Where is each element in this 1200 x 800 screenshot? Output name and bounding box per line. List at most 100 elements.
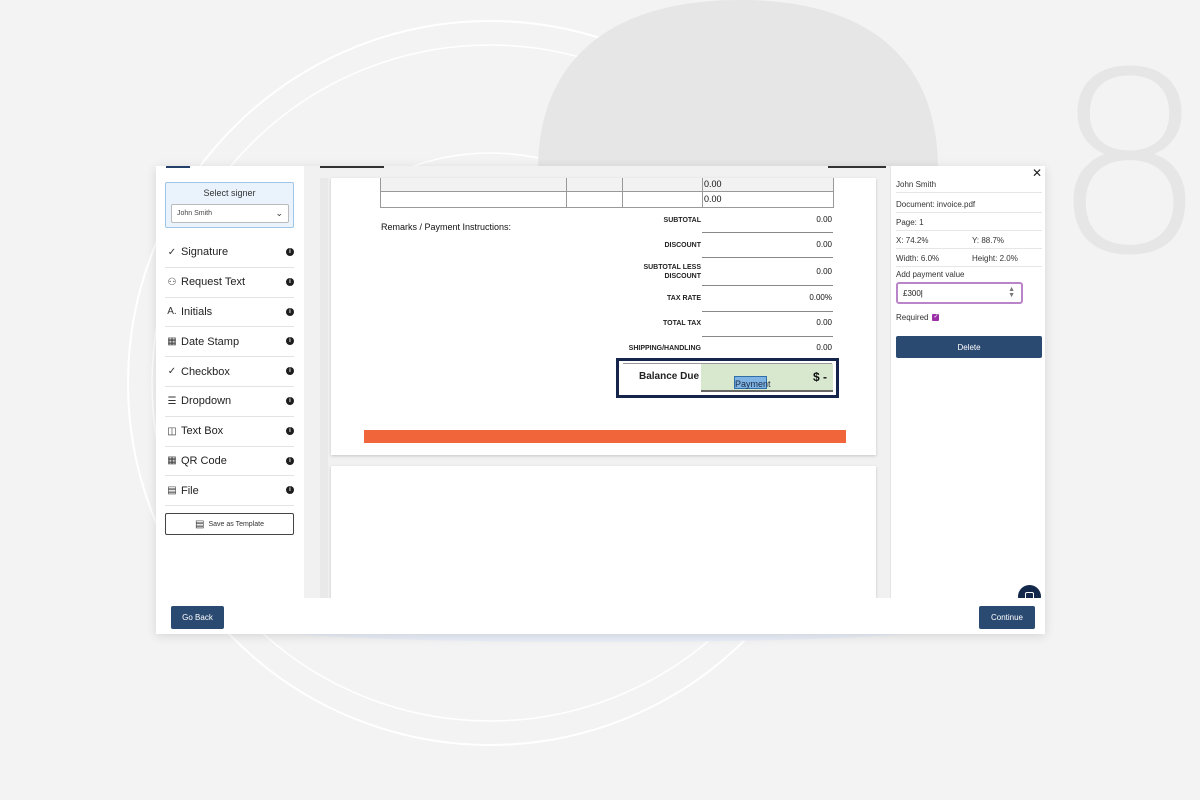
tax-rate-value: 0.00% [809,293,832,302]
tool-qr-code[interactable]: ▦ QR Code i [165,447,294,477]
panel-page: Page: 1 [896,214,1042,231]
tool-text-box[interactable]: ◫ Text Box i [165,417,294,447]
signature-icon: ✓ [167,246,177,258]
required-label: Required [896,313,929,322]
delete-button[interactable]: Delete [896,336,1042,358]
tool-request-text[interactable]: ⚇ Request Text i [165,268,294,298]
shipping-label: SHIPPING/HANDLING [628,345,701,352]
save-as-template-button[interactable]: ▤ Save as Template [165,513,294,535]
info-icon[interactable]: i [286,456,294,465]
info-icon[interactable]: i [286,396,294,405]
table-divider [566,178,567,207]
add-payment-label: Add payment value [896,270,965,279]
divider [702,336,833,337]
invoice-footer-bar [364,430,846,443]
field-properties-panel: ✕ John Smith Document: invoice.pdf Page:… [890,166,1045,608]
text-box-icon: ◫ [167,425,177,437]
template-icon: ▤ [195,518,205,530]
remarks-heading: Remarks / Payment Instructions: [381,222,512,232]
continue-button[interactable]: Continue [979,606,1035,629]
signing-app-window: Select signer John Smith ⌄ ✓ Signature i… [156,166,1045,634]
request-text-icon: ⚇ [167,276,177,288]
qr-code-icon: ▦ [167,455,177,467]
divider [702,232,833,233]
subtotal-value: 0.00 [816,215,832,224]
balance-due-value: $ - [812,370,827,384]
info-icon[interactable]: i [286,426,294,435]
panel-height: Height: 2.0% [972,254,1018,263]
checkbox-checked-icon[interactable]: ✓ [932,314,940,321]
panel-y: Y: 88.7% [972,236,1005,245]
divider [702,311,833,312]
panel-document: Document: invoice.pdf [896,196,1042,213]
balance-due-label: Balance Due [639,371,700,382]
field-tool-list: ✓ Signature i ⚇ Request Text i A. Initia… [165,238,294,507]
required-toggle[interactable]: Required ✓ [896,313,940,322]
tool-label: Date Stamp [181,335,240,348]
page-gutter [320,178,328,598]
balance-due-cell: Payment $ - [701,364,833,392]
table-cell: 0.00 [704,179,722,189]
signer-selector-title: Select signer [203,188,256,198]
document-page-2 [331,466,876,598]
info-icon[interactable]: i [286,277,294,286]
tool-date-stamp[interactable]: ▦ Date Stamp i [165,327,294,358]
panel-signer: John Smith [896,176,1042,193]
background-number: 8 [1050,19,1200,310]
tool-checkbox[interactable]: ✓ Checkbox i [165,357,294,387]
subtotal-less-discount-value: 0.00 [816,267,832,276]
document-page-1: 0.00 0.00 Remarks / Payment Instructions… [331,178,876,455]
tool-label: Signature [181,246,229,259]
file-icon: ▤ [167,485,177,497]
tool-label: Request Text [181,276,246,289]
dropdown-icon: ☰ [167,395,177,407]
go-back-button[interactable]: Go Back [171,606,224,629]
table-row [381,178,833,192]
info-icon[interactable]: i [286,307,294,316]
info-icon[interactable]: i [286,486,294,495]
save-as-template-label: Save as Template [208,520,264,528]
info-icon[interactable]: i [286,367,294,376]
total-tax-label: TOTAL TAX [663,320,701,327]
signer-selector: Select signer John Smith ⌄ [165,182,294,228]
tool-file[interactable]: ▤ File i [165,476,294,507]
table-divider [702,178,703,207]
tool-label: Text Box [181,425,224,438]
tool-label: File [181,484,199,497]
tax-rate-label: TAX RATE [667,295,701,302]
signer-dropdown-value: John Smith [177,210,213,217]
table-cell: 0.00 [704,194,722,204]
calendar-icon: ▦ [167,336,177,348]
tools-sidebar: Select signer John Smith ⌄ ✓ Signature i… [156,166,304,598]
payment-value-text: £300 [903,289,921,298]
shipping-value: 0.00 [816,343,832,352]
checkbox-icon: ✓ [167,366,177,378]
tool-dropdown[interactable]: ☰ Dropdown i [165,387,294,417]
tool-label: Initials [181,305,213,318]
info-icon[interactable]: i [286,337,294,346]
tool-initials[interactable]: A. Initials i [165,298,294,328]
subtotal-label: SUBTOTAL [663,217,701,224]
document-viewer[interactable]: 0.00 0.00 Remarks / Payment Instructions… [304,166,890,598]
sidebar-top-rule [166,166,190,168]
payment-field-label: Payment [735,379,771,389]
divider [702,257,833,258]
selected-field-outline[interactable]: Balance Due Payment $ - [616,358,839,398]
total-tax-value: 0.00 [816,318,832,327]
table-divider [622,178,623,207]
tool-signature[interactable]: ✓ Signature i [165,238,294,268]
discount-value: 0.00 [816,240,832,249]
info-icon[interactable]: i [286,248,294,256]
tool-label: QR Code [181,454,227,467]
chevron-down-icon: ⌄ [275,208,283,218]
toolbar-rule [828,166,886,168]
invoice-items-table: 0.00 0.00 [380,178,834,208]
divider [702,285,833,286]
tool-label: Dropdown [181,395,232,408]
panel-width: Width: 6.0% [896,254,940,263]
payment-value-input[interactable]: £300| ▲ ▼ [896,282,1023,304]
panel-x: X: 74.2% [896,236,929,245]
signer-dropdown[interactable]: John Smith ⌄ [171,204,289,223]
stepper-icon[interactable]: ▲ ▼ [1008,286,1015,299]
subtotal-less-discount-label: SUBTOTAL LESS DISCOUNT [643,264,701,280]
